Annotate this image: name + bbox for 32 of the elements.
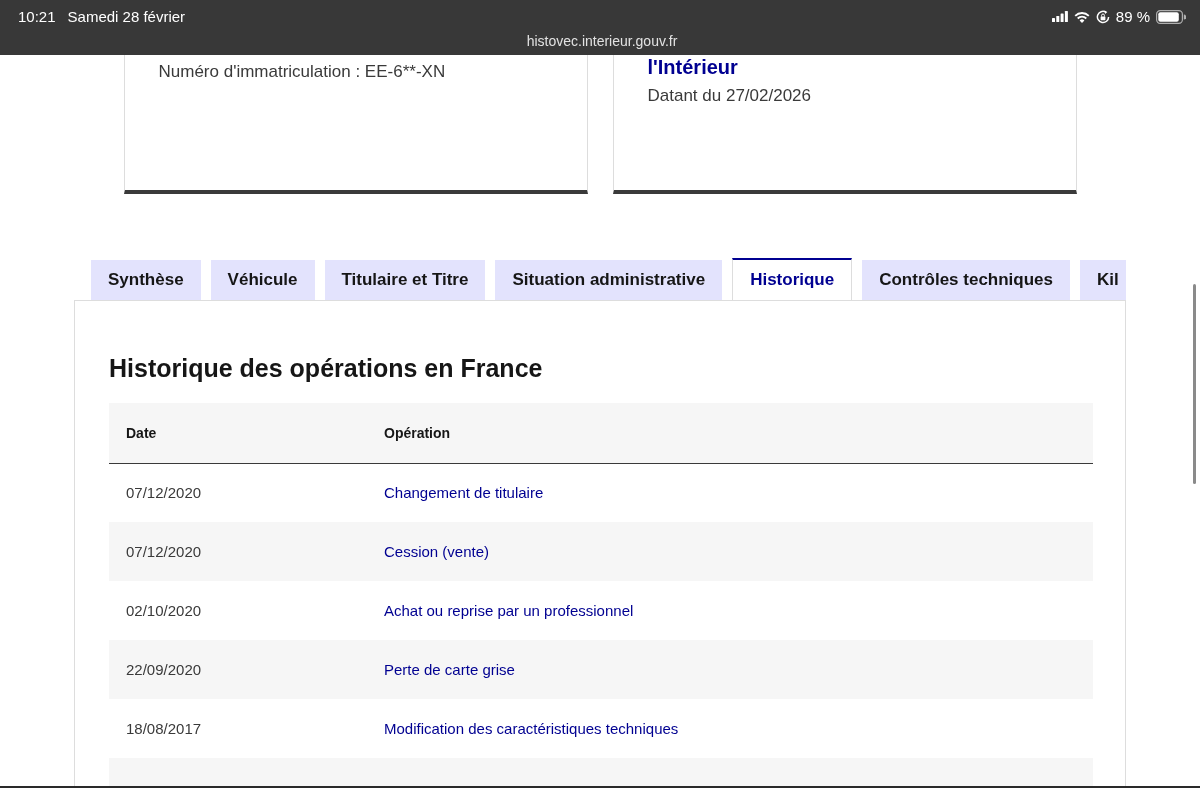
date-cell: 07/12/2020: [109, 522, 367, 581]
date-cell: 22/09/2020: [109, 640, 367, 699]
date-cell: 18/08/2017: [109, 699, 367, 758]
scrollbar-thumb[interactable]: [1193, 284, 1196, 484]
signal-icon: [1051, 11, 1068, 22]
tab[interactable]: Situation administrative: [495, 260, 723, 300]
date-cell: 02/10/2020: [109, 581, 367, 640]
tab[interactable]: Contrôles techniques: [862, 260, 1070, 300]
status-date: Samedi 28 février: [67, 8, 186, 25]
card-text: Datant du 27/02/2026: [647, 85, 813, 107]
page-url: histovec.interieur.gouv.fr: [526, 33, 678, 49]
battery-icon: [1156, 9, 1186, 24]
operation-link[interactable]: Changement de titulaire: [384, 484, 544, 502]
tab[interactable]: Véhicule: [210, 260, 315, 300]
operation-link[interactable]: Modification des caractéristiques techniques: [384, 720, 679, 737]
operation-link[interactable]: Perte de carte grise: [384, 661, 515, 678]
card-text: Numéro d'immatriculation : EE-6**-XN: [158, 61, 447, 83]
tab[interactable]: Kil: [1080, 260, 1126, 300]
operation-link[interactable]: Cession (vente): [384, 543, 490, 560]
wifi-icon: [1073, 10, 1090, 23]
status-time: 10:21: [18, 8, 56, 25]
tab[interactable]: Titulaire et Titre: [324, 260, 486, 300]
battery-percent: 89 %: [1115, 8, 1150, 25]
operation-link[interactable]: Achat ou reprise par un professionnel: [384, 602, 634, 619]
orientation-lock-icon: [1095, 9, 1110, 24]
tab[interactable]: Historique: [732, 258, 853, 300]
card-title: l'Intérieur: [647, 55, 739, 79]
tab[interactable]: Synthèse: [91, 260, 201, 300]
section-heading: Historique des opérations en France: [109, 353, 544, 383]
date-cell: 07/12/2020: [109, 463, 367, 522]
column-header: Date: [109, 403, 367, 463]
column-header: Opération: [367, 403, 1093, 463]
